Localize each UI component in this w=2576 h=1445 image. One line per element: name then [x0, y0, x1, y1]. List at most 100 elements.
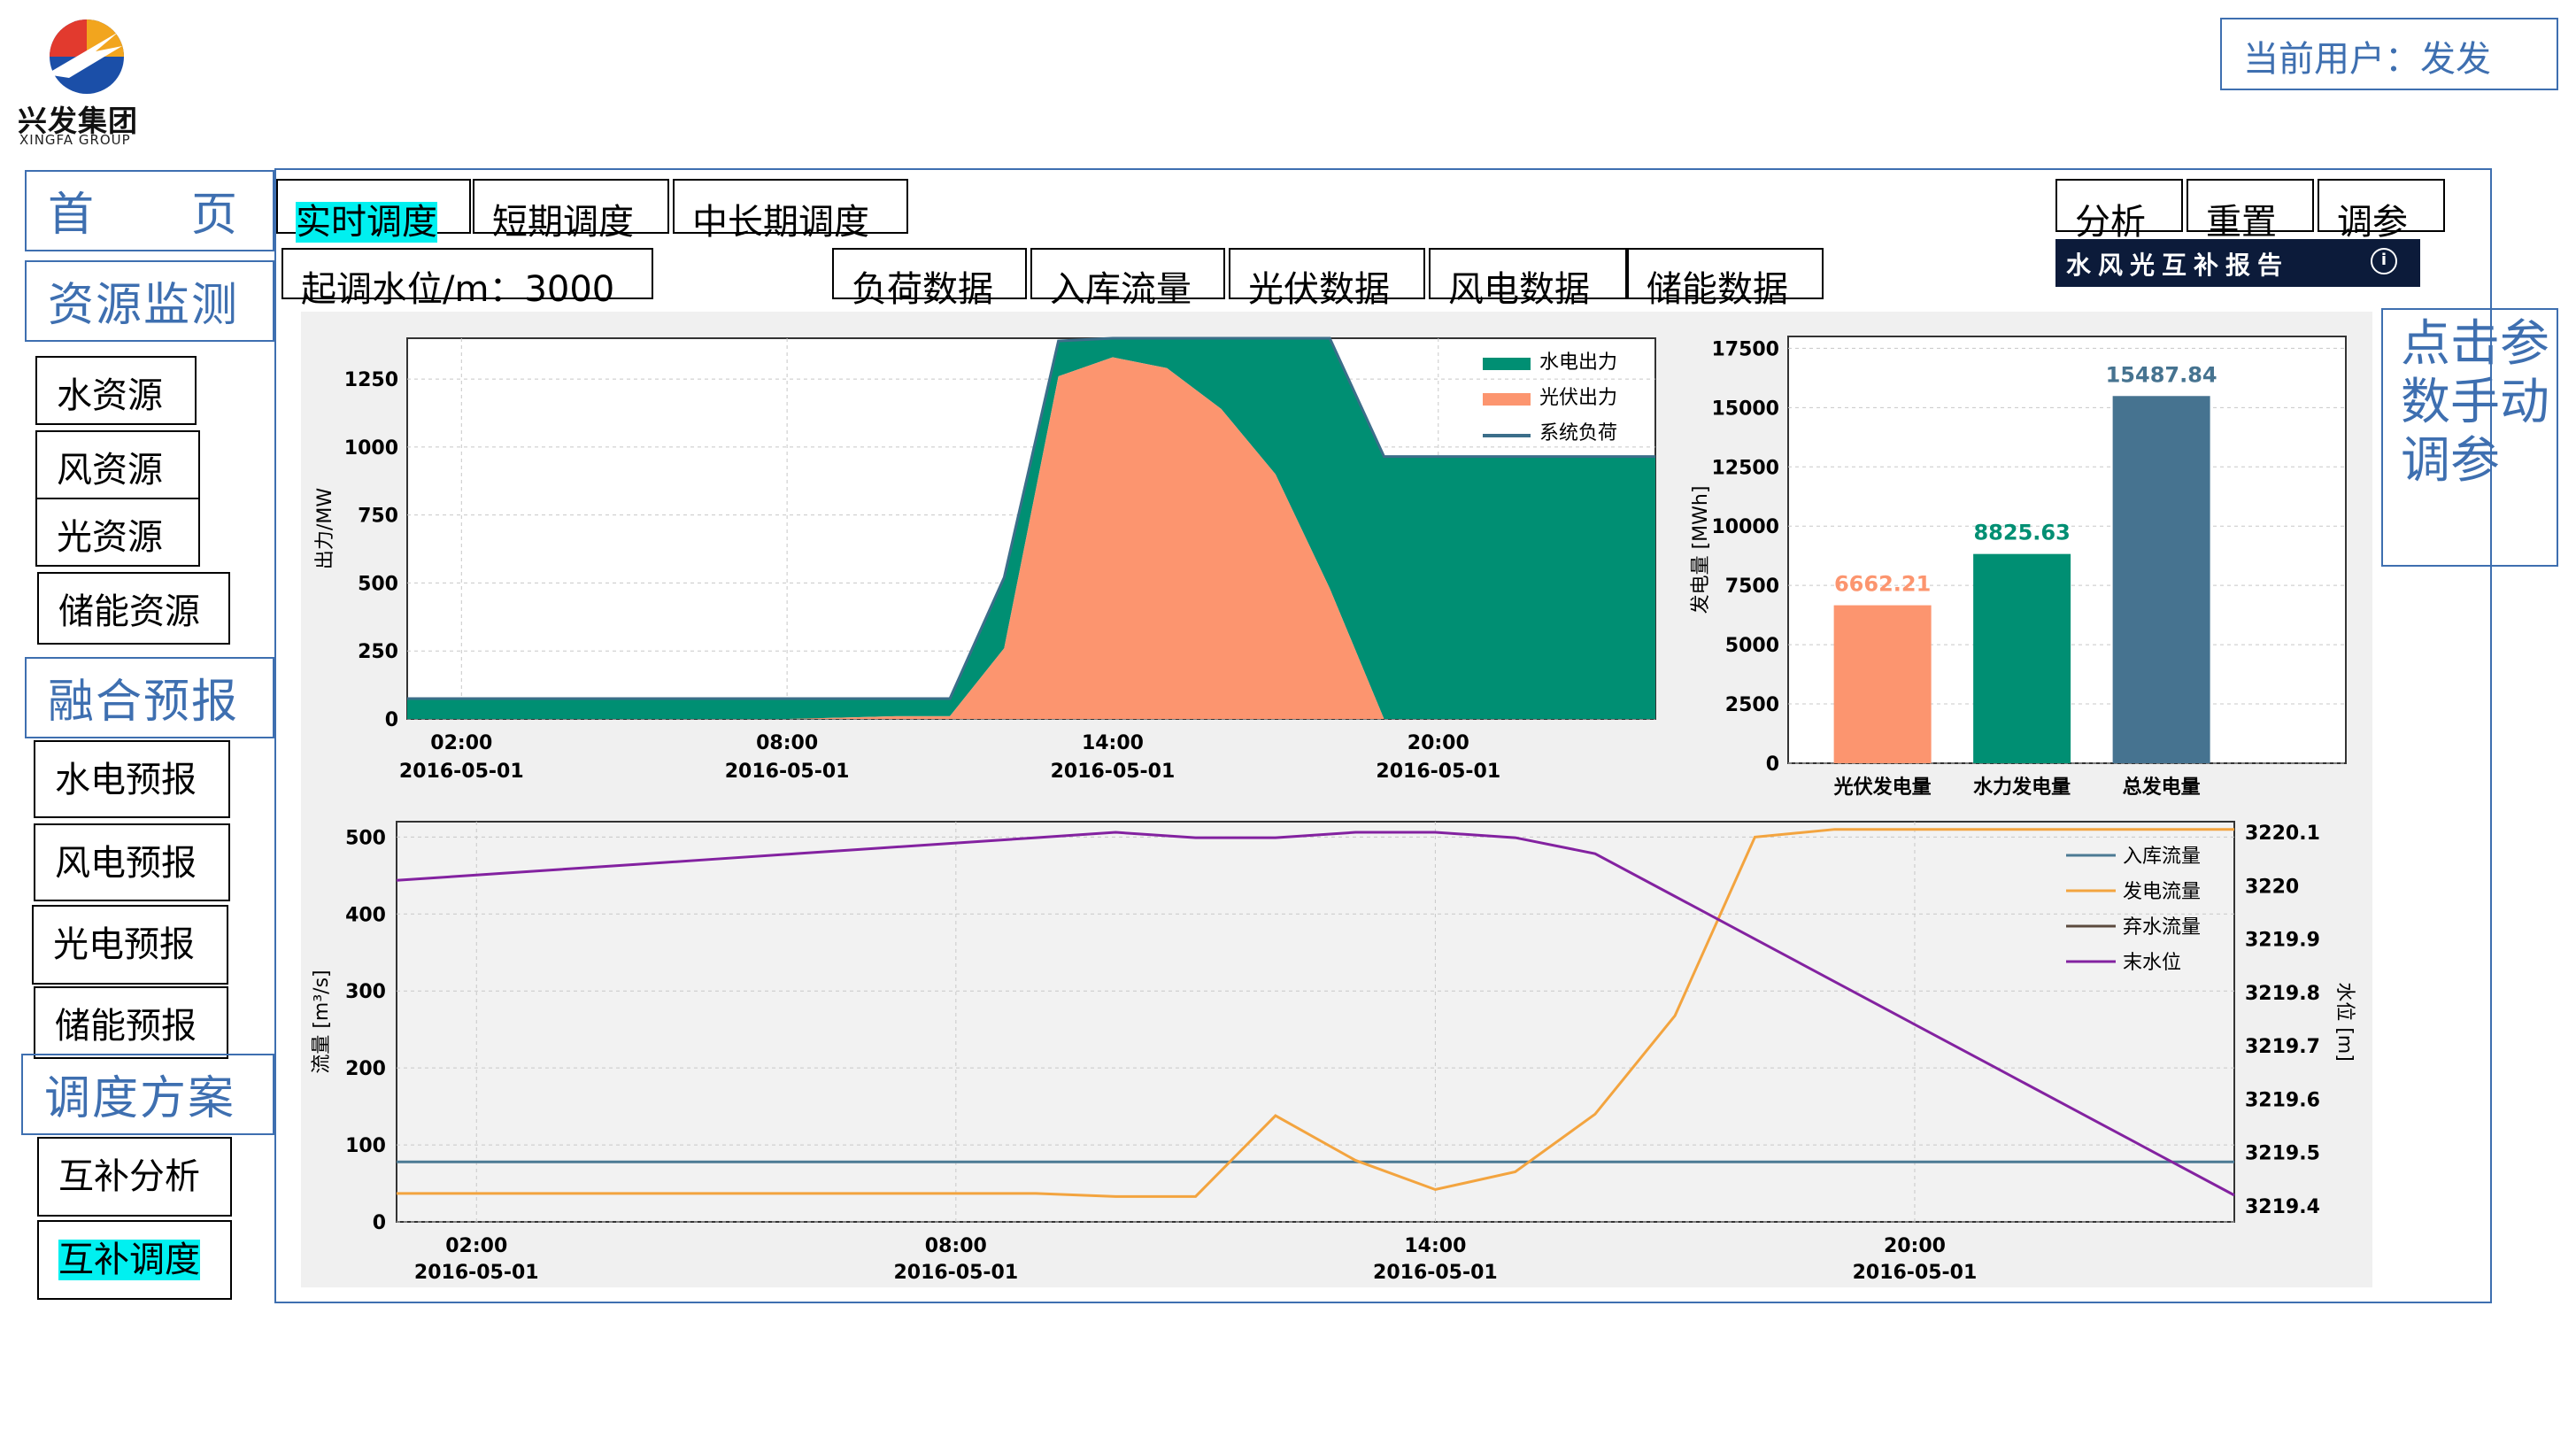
nav-item-wind-forecast[interactable]: 风电预报 — [34, 823, 230, 901]
power-x-ticks: 02:00 2016-05-01 08:00 2016-05-01 14:00 2016-… — [399, 732, 1500, 783]
flow-x-ticks: 02:00 2016-05-01 08:00 2016-05-01 14:00 2016-… — [414, 1235, 1977, 1284]
power-x-tick-time: 02:00 — [430, 732, 492, 754]
flow-y-tick-label: 400 — [345, 904, 386, 926]
storage-data-button[interactable]: 储能数据 — [1627, 248, 1824, 310]
legend-label-generation-flow: 发电流量 — [2123, 881, 2201, 903]
flow-y-tick-label: 0 — [373, 1212, 386, 1234]
power-y-ticks: 0 250 500 750 1000 1250 — [344, 369, 398, 731]
flow-x-tick-time: 14:00 — [1404, 1235, 1466, 1257]
level-y-axis-label: 水位 [m] — [2333, 982, 2356, 1062]
tab-label: 实时调度 — [296, 202, 437, 243]
energy-y-axis-label: 发电量 [MWh] — [1690, 486, 1712, 614]
legend-label-spill-flow: 弃水流量 — [2123, 916, 2201, 939]
nav-item-complementary-analysis[interactable]: 互补分析 — [37, 1137, 232, 1217]
flow-x-tick-date: 2016-05-01 — [1373, 1262, 1498, 1284]
legend-swatch-hydro — [1483, 358, 1531, 370]
nav-item-solar-resource[interactable]: 光资源 — [35, 498, 200, 567]
level-y-tick-label: 3219.5 — [2245, 1143, 2320, 1165]
tab-mid-long-term-dispatch[interactable]: 中长期调度 — [673, 179, 908, 243]
flow-x-tick-date: 2016-05-01 — [893, 1262, 1018, 1284]
nav-item-wind-resource[interactable]: 风资源 — [35, 430, 200, 499]
start-water-level-field[interactable]: 起调水位/m：3000 — [282, 248, 653, 310]
level-y-tick-label: 3219.7 — [2245, 1036, 2320, 1058]
analyze-button[interactable]: 分析 — [2055, 179, 2183, 243]
nav-item-hydro-forecast[interactable]: 水电预报 — [34, 740, 230, 818]
legend-label-pv: 光伏出力 — [1539, 387, 1617, 409]
level-y-tick-label: 3219.9 — [2245, 930, 2320, 952]
report-banner-label: 水风光互补报告 — [2066, 251, 2290, 280]
energy-y-tick-label: 17500 — [1711, 338, 1779, 360]
energy-bar — [1973, 553, 2071, 763]
power-y-tick-label: 1250 — [344, 369, 398, 391]
manual-tuning-hint: 点击参数手动调参 — [2381, 308, 2558, 567]
logo-emblem-icon — [46, 19, 124, 94]
energy-bar-value-label: 15487.84 — [2106, 362, 2217, 387]
load-data-button[interactable]: 负荷数据 — [832, 248, 1027, 310]
level-y-tick-label: 3219.6 — [2245, 1089, 2320, 1111]
nav-item-storage-resource[interactable]: 储能资源 — [37, 572, 230, 645]
energy-y-ticks: 0 2500 5000 7500 10000 12500 15000 17500 — [1711, 338, 1779, 776]
nav-resource-monitoring[interactable]: 资源监测 — [25, 260, 274, 342]
energy-bar-value-label: 8825.63 — [1973, 521, 2070, 545]
power-x-tick-date: 2016-05-01 — [725, 761, 850, 783]
tune-params-button[interactable]: 调参 — [2318, 179, 2445, 243]
energy-bar-value-label: 6662.21 — [1834, 572, 1931, 597]
flow-y-ticks: 0 100 200 300 400 500 — [345, 827, 386, 1234]
legend-swatch-pv — [1483, 393, 1531, 406]
flow-x-tick-time: 20:00 — [1884, 1235, 1946, 1257]
power-y-tick-label: 750 — [358, 506, 398, 528]
nav-item-water-resource[interactable]: 水资源 — [35, 356, 197, 425]
flow-x-tick-time: 08:00 — [925, 1235, 987, 1257]
flow-y-axis-label: 流量 [m³/s] — [311, 970, 333, 1073]
energy-y-tick-label: 7500 — [1725, 576, 1779, 598]
info-icon[interactable]: i — [2371, 248, 2397, 274]
energy-y-tick-label: 12500 — [1711, 457, 1779, 479]
flow-y-tick-label: 100 — [345, 1135, 386, 1157]
energy-bar — [1833, 605, 1932, 763]
nav-home[interactable]: 首 页 — [25, 170, 274, 251]
inflow-data-button[interactable]: 入库流量 — [1030, 248, 1225, 310]
power-x-tick-time: 20:00 — [1408, 732, 1469, 754]
energy-y-tick-label: 2500 — [1725, 694, 1779, 716]
energy-y-tick-label: 10000 — [1711, 516, 1779, 538]
wind-data-button[interactable]: 风电数据 — [1429, 248, 1627, 310]
company-logo: 兴发集团 XINGFA GROUP — [16, 16, 149, 149]
level-y-tick-label: 3220.1 — [2245, 823, 2320, 845]
energy-x-tick-label: 光伏发电量 — [1833, 776, 1932, 799]
power-x-tick-time: 14:00 — [1082, 732, 1144, 754]
level-y-tick-label: 3219.4 — [2245, 1196, 2320, 1218]
flow-y-tick-label: 200 — [345, 1058, 386, 1080]
power-x-tick-date: 2016-05-01 — [399, 761, 524, 783]
legend-label-hydro: 水电出力 — [1539, 352, 1617, 374]
nav-item-solar-forecast[interactable]: 光电预报 — [32, 905, 228, 985]
nav-item-storage-forecast[interactable]: 储能预报 — [34, 986, 228, 1059]
power-x-tick-date: 2016-05-01 — [1051, 761, 1176, 783]
energy-y-tick-label: 0 — [1766, 753, 1779, 776]
flow-y-tick-label: 300 — [345, 981, 386, 1003]
current-user-label: 当前用户：发发 — [2220, 18, 2558, 90]
energy-bar-chart: 6662.21 8825.63 15487.84 0 2500 5000 7500 1000… — [1690, 336, 2347, 799]
legend-label-inflow: 入库流量 — [2123, 846, 2201, 868]
tab-realtime-dispatch[interactable]: 实时调度 — [276, 179, 471, 243]
tab-short-term-dispatch[interactable]: 短期调度 — [473, 179, 669, 243]
legend-label-load: 系统负荷 — [1539, 422, 1617, 444]
pv-data-button[interactable]: 光伏数据 — [1229, 248, 1425, 310]
energy-y-tick-label: 5000 — [1725, 635, 1779, 657]
energy-y-tick-label: 15000 — [1711, 398, 1779, 420]
reset-button[interactable]: 重置 — [2187, 179, 2314, 243]
logo-text-en: XINGFA GROUP — [19, 132, 131, 148]
nav-dispatch-plan[interactable]: 调度方案 — [21, 1054, 274, 1135]
flow-x-tick-time: 02:00 — [445, 1235, 507, 1257]
nav-fusion-forecast[interactable]: 融合预报 — [25, 657, 274, 738]
energy-bar — [2112, 396, 2210, 763]
level-y-tick-label: 3220 — [2245, 876, 2299, 898]
flow-y-tick-label: 500 — [345, 827, 386, 849]
power-y-axis-label: 出力/MW — [314, 488, 336, 569]
power-y-tick-label: 1000 — [344, 437, 398, 460]
nav-item-complementary-dispatch[interactable]: 互补调度 — [37, 1220, 232, 1300]
energy-x-tick-label: 总发电量 — [2123, 776, 2201, 799]
legend-swatch-load — [1483, 434, 1531, 437]
energy-x-ticks: 光伏发电量 水力发电量 总发电量 — [1833, 776, 2201, 799]
complementary-report-banner[interactable]: 水风光互补报告 i — [2055, 239, 2420, 287]
level-y-ticks: 3219.4 3219.5 3219.6 3219.7 3219.8 3219.9 3220… — [2245, 823, 2320, 1218]
